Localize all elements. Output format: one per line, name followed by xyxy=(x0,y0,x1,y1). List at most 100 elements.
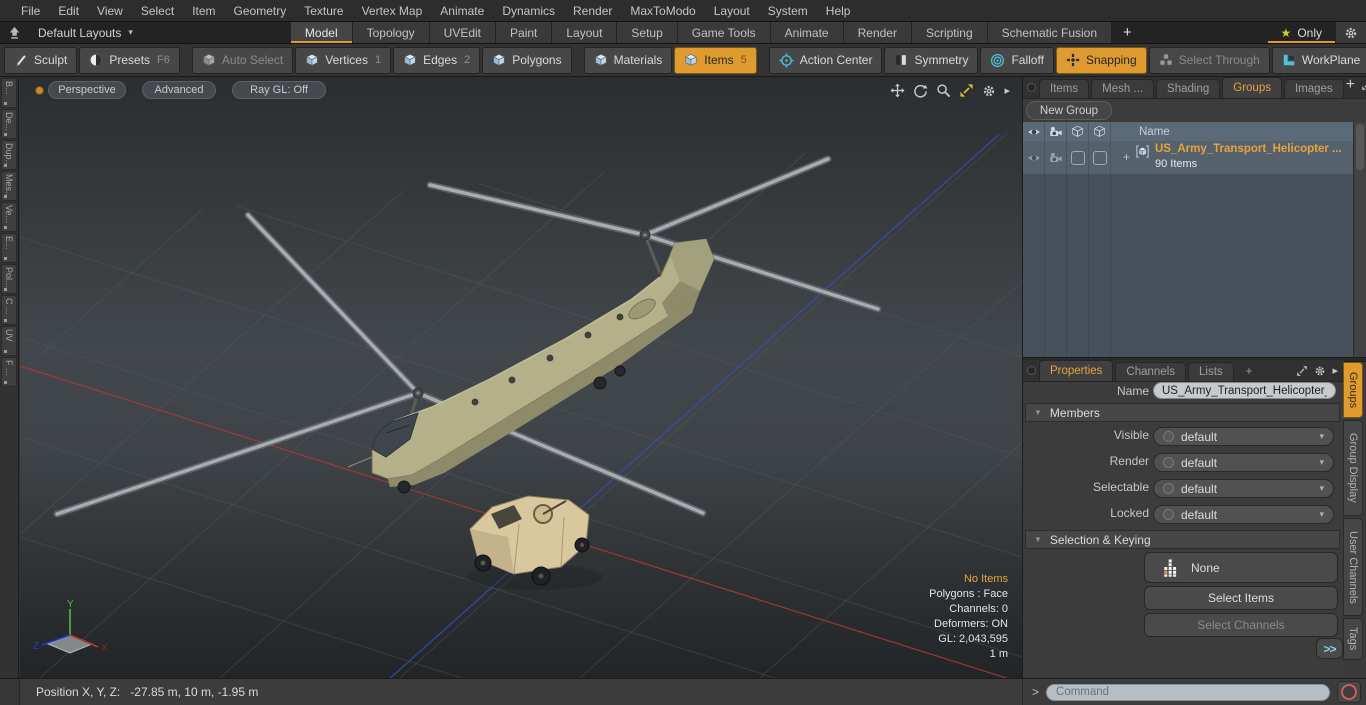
new-group-button[interactable]: New Group xyxy=(1026,101,1112,120)
menu-file[interactable]: File xyxy=(12,0,49,22)
panel-menu-icon[interactable]: ▸ xyxy=(1332,364,1338,377)
tool-tab-edge[interactable]: E... xyxy=(1,233,17,263)
menu-texture[interactable]: Texture xyxy=(295,0,352,22)
tab-items[interactable]: Items xyxy=(1039,79,1090,98)
expand-panel-icon[interactable] xyxy=(1361,79,1366,91)
auto-select-button[interactable]: Auto Select xyxy=(191,46,294,74)
shading-mode-button[interactable]: Advanced xyxy=(142,81,216,99)
tab-animate[interactable]: Animate xyxy=(770,22,844,43)
macro-record-button[interactable] xyxy=(1337,681,1361,703)
only-toggle[interactable]: ★ Only xyxy=(1268,22,1335,43)
zoom-icon[interactable] xyxy=(936,83,951,98)
panel-handle-icon[interactable] xyxy=(1027,366,1036,375)
group-row[interactable]: + US_Army_Transport_Helicopter ... 90 It… xyxy=(1023,141,1354,175)
tool-tab-duplicate[interactable]: Dup... xyxy=(1,140,17,170)
tool-tab-mesh[interactable]: Mes... xyxy=(1,171,17,201)
presets-button[interactable]: Presets F6 xyxy=(79,46,180,74)
render-dropdown[interactable]: default ▾ xyxy=(1153,453,1334,472)
tab-shading[interactable]: Shading xyxy=(1156,79,1221,98)
tool-tab-vertex[interactable]: Ve... xyxy=(1,202,17,232)
tab-game-tools[interactable]: Game Tools xyxy=(677,22,771,43)
menu-geometry[interactable]: Geometry xyxy=(225,0,296,22)
menu-render[interactable]: Render xyxy=(564,0,621,22)
tab-render[interactable]: Render xyxy=(843,22,912,43)
menu-help[interactable]: Help xyxy=(817,0,860,22)
gear-icon[interactable] xyxy=(1314,365,1326,377)
name-column-header[interactable]: Name xyxy=(1111,122,1354,141)
workplane-button[interactable]: WorkPlane xyxy=(1271,46,1366,74)
selection-keying-section-header[interactable]: ▼ Selection & Keying xyxy=(1025,530,1340,549)
tab-lists[interactable]: Lists xyxy=(1188,362,1234,381)
edges-mode-button[interactable]: Edges 2 xyxy=(393,46,481,74)
menu-animate[interactable]: Animate xyxy=(431,0,493,22)
side-tab-tags[interactable]: Tags xyxy=(1343,618,1363,660)
tab-groups[interactable]: Groups xyxy=(1222,77,1282,98)
members-section-header[interactable]: ▼ Members xyxy=(1025,403,1340,422)
layout-gear-button[interactable] xyxy=(1335,22,1366,43)
tab-mesh[interactable]: Mesh ... xyxy=(1091,79,1155,98)
row-checkbox[interactable] xyxy=(1089,141,1111,174)
menu-dynamics[interactable]: Dynamics xyxy=(493,0,564,22)
tab-layout[interactable]: Layout xyxy=(552,22,618,43)
command-input[interactable] xyxy=(1046,683,1330,701)
filter-column-header[interactable] xyxy=(1089,122,1111,141)
tab-model[interactable]: Model xyxy=(290,22,353,43)
tab-scripting[interactable]: Scripting xyxy=(911,22,988,43)
visibility-column-header[interactable] xyxy=(1023,122,1045,141)
expand-panel-icon[interactable] xyxy=(1296,365,1308,377)
group-list-scrollbar[interactable] xyxy=(1353,122,1366,357)
scrollbar-thumb[interactable] xyxy=(1356,124,1364,170)
tool-tab-basic[interactable]: B... xyxy=(1,78,17,108)
polygons-mode-button[interactable]: Polygons xyxy=(482,46,572,74)
pan-icon[interactable] xyxy=(890,83,905,98)
selectable-dropdown[interactable]: default ▾ xyxy=(1153,479,1334,498)
menu-system[interactable]: System xyxy=(759,0,817,22)
add-tab-button[interactable]: + xyxy=(1236,363,1263,381)
tab-uvedit[interactable]: UVEdit xyxy=(429,22,497,43)
tool-tab-falloff[interactable]: F ... xyxy=(1,357,17,387)
tab-topology[interactable]: Topology xyxy=(352,22,430,43)
materials-mode-button[interactable]: Materials xyxy=(583,46,673,74)
visible-dropdown[interactable]: default ▾ xyxy=(1153,427,1334,446)
menu-layout[interactable]: Layout xyxy=(705,0,759,22)
flyout-arrow-icon[interactable]: ▸ xyxy=(1004,84,1010,97)
render-column-header[interactable] xyxy=(1045,122,1067,141)
tool-tab-uv[interactable]: UV xyxy=(1,326,17,356)
side-tab-group-display[interactable]: Group Display xyxy=(1343,420,1363,516)
tab-setup[interactable]: Setup xyxy=(617,22,678,43)
gear-icon[interactable] xyxy=(982,84,996,98)
group-list-empty-area[interactable] xyxy=(1023,174,1354,357)
tab-schematic-fusion[interactable]: Schematic Fusion xyxy=(987,22,1113,43)
keying-none-button[interactable]: None xyxy=(1144,552,1338,583)
menu-select[interactable]: Select xyxy=(132,0,183,22)
tab-channels[interactable]: Channels xyxy=(1115,362,1187,381)
menu-item[interactable]: Item xyxy=(183,0,224,22)
raygl-button[interactable]: Ray GL: Off xyxy=(232,81,326,99)
vertices-mode-button[interactable]: Vertices 1 xyxy=(295,46,392,74)
group-row-content[interactable]: + US_Army_Transport_Helicopter ... 90 It… xyxy=(1111,141,1354,174)
select-items-button[interactable]: Select Items xyxy=(1144,586,1338,610)
viewport-state-dot[interactable] xyxy=(35,86,44,95)
view-mode-button[interactable]: Perspective xyxy=(48,81,126,99)
symmetry-button[interactable]: Symmetry xyxy=(884,46,979,74)
locked-dropdown[interactable]: default ▾ xyxy=(1153,505,1334,524)
snapping-button[interactable]: Snapping xyxy=(1055,46,1147,74)
side-tab-user-channels[interactable]: User Channels xyxy=(1343,518,1363,616)
layout-selector[interactable]: Default Layouts ▾ xyxy=(28,22,143,43)
falloff-button[interactable]: Falloff xyxy=(980,46,1054,74)
group-name-input[interactable] xyxy=(1153,382,1336,399)
more-button[interactable]: >> xyxy=(1316,638,1343,659)
menu-vertex-map[interactable]: Vertex Map xyxy=(353,0,432,22)
row-visibility-toggle[interactable] xyxy=(1023,141,1045,174)
add-layout-tab-button[interactable]: + xyxy=(1112,22,1143,43)
menu-maxtomodo[interactable]: MaxToModo xyxy=(621,0,704,22)
menu-view[interactable]: View xyxy=(88,0,132,22)
row-checkbox[interactable] xyxy=(1067,141,1089,174)
action-center-button[interactable]: Action Center xyxy=(768,46,883,74)
tool-tab-curves[interactable]: C ... xyxy=(1,295,17,325)
expand-tree-icon[interactable]: + xyxy=(1123,150,1130,164)
viewport-3d[interactable]: Perspective Advanced Ray GL: Off ▸ No It… xyxy=(20,77,1022,678)
tab-paint[interactable]: Paint xyxy=(496,22,553,43)
items-mode-button[interactable]: Items 5 xyxy=(674,46,757,74)
sculpt-button[interactable]: Sculpt xyxy=(4,46,78,74)
